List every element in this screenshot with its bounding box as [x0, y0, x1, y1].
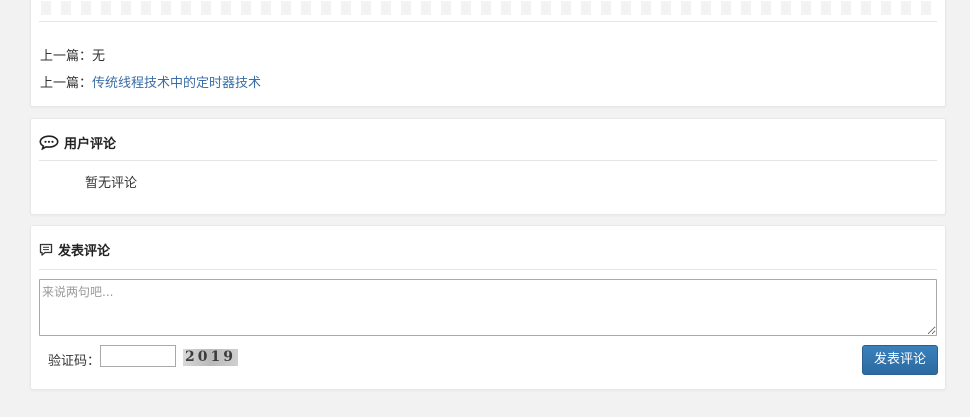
comment-icon: [39, 243, 53, 257]
comments-header: 用户评论: [39, 133, 116, 152]
next-article-label: 上一篇：: [40, 76, 93, 91]
captcha-label: 验证码：: [48, 354, 101, 369]
divider: [39, 21, 937, 22]
next-article: 上一篇：传统线程技术中的定时器技术: [40, 72, 261, 91]
user-comments-panel: 用户评论 暂无评论: [30, 118, 946, 215]
next-article-link[interactable]: 传统线程技术中的定时器技术: [92, 76, 261, 91]
post-comment-header: 发表评论: [39, 240, 110, 259]
divider: [39, 160, 937, 161]
comments-title: 用户评论: [64, 137, 117, 152]
post-comment-title: 发表评论: [58, 244, 111, 259]
prev-article: 上一篇：无: [40, 45, 105, 64]
article-nav-panel: 上一篇：无 上一篇：传统线程技术中的定时器技术: [30, 0, 946, 107]
submit-comment-button[interactable]: 发表评论: [862, 345, 938, 375]
captcha-input[interactable]: [100, 345, 176, 367]
chat-bubble-icon: [39, 135, 59, 150]
prev-article-label: 上一篇：: [40, 49, 93, 64]
divider: [39, 269, 937, 270]
panel-decoration: [41, 1, 935, 15]
prev-article-value: 无: [92, 49, 106, 64]
post-comment-panel: 发表评论 验证码： 2019 发表评论: [30, 225, 946, 390]
no-comments-text: 暂无评论: [85, 176, 138, 191]
comment-textarea[interactable]: [39, 279, 937, 336]
captcha-image[interactable]: 2019: [183, 349, 238, 366]
